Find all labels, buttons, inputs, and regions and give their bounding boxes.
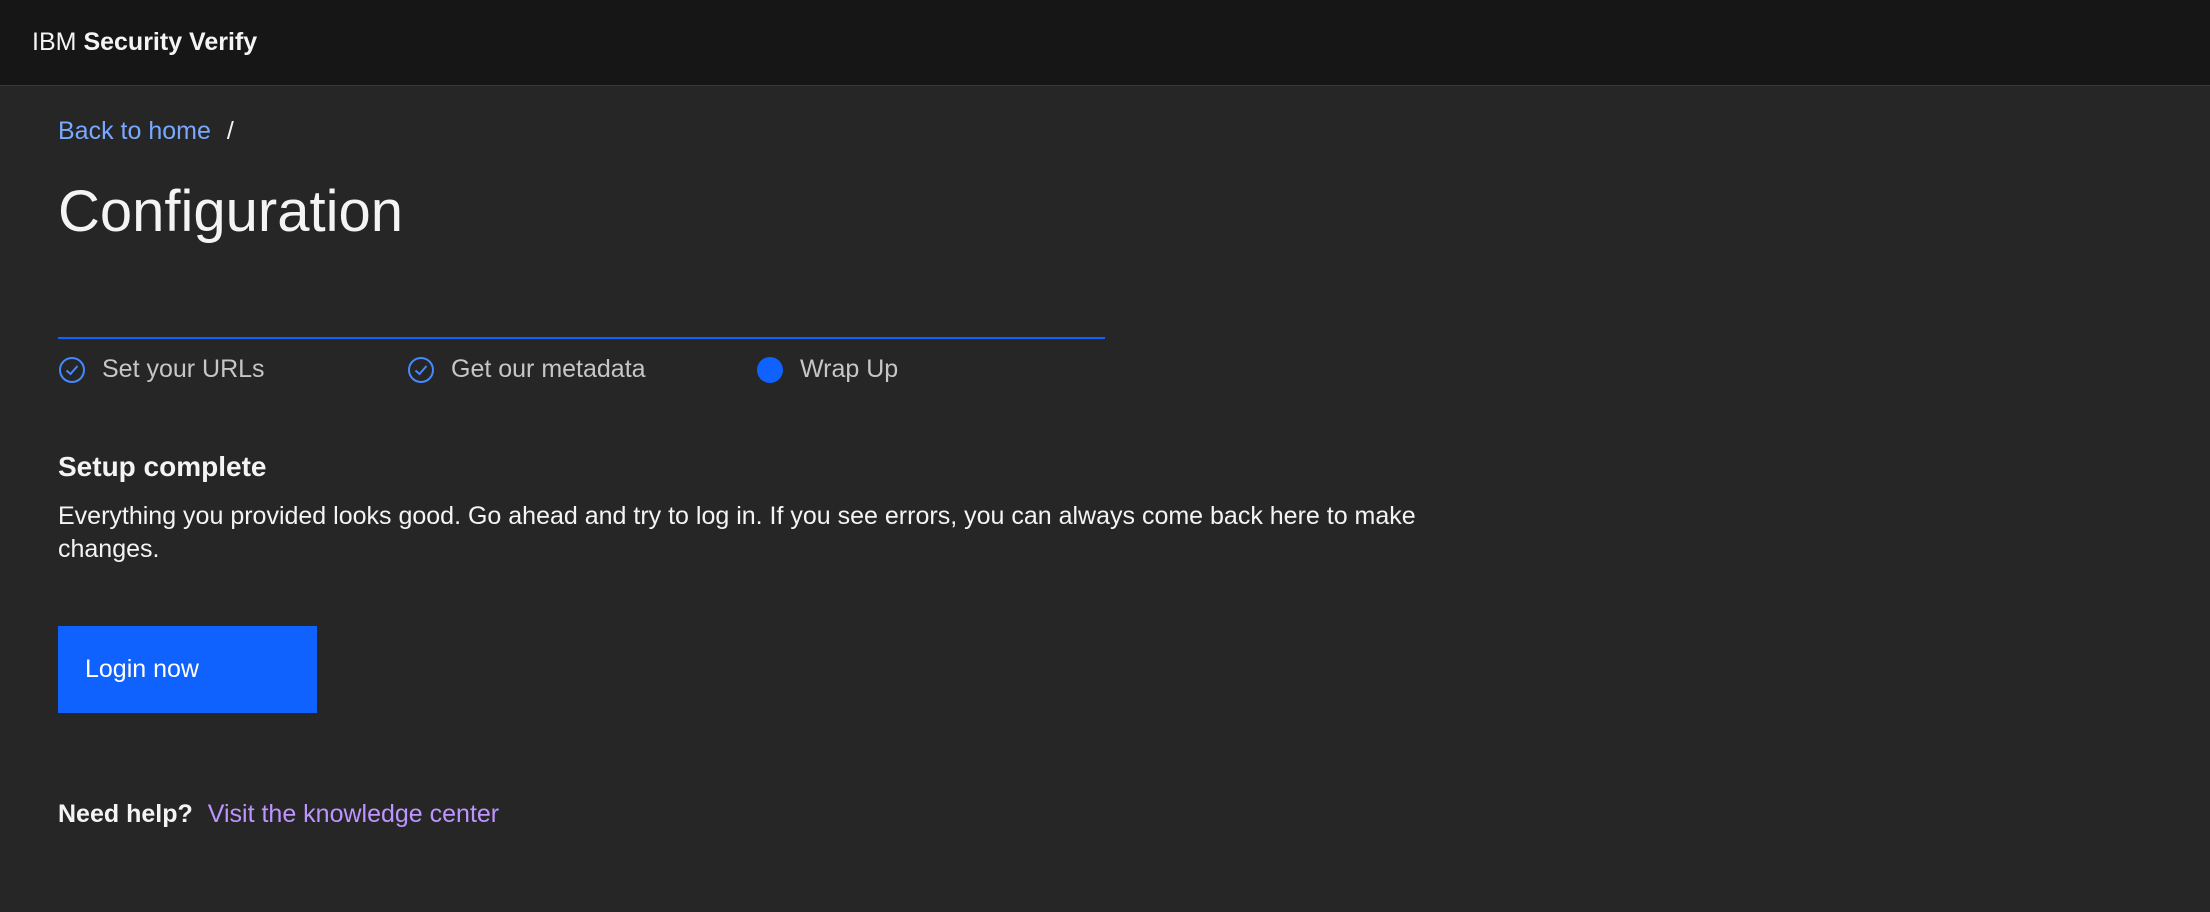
knowledge-center-link[interactable]: Visit the knowledge center xyxy=(208,800,499,829)
section-title: Setup complete xyxy=(58,451,267,482)
current-step-icon xyxy=(756,356,784,384)
breadcrumb-separator: / xyxy=(226,117,234,145)
breadcrumb: Back to home / xyxy=(58,117,234,146)
checkmark-outline-icon xyxy=(58,356,86,384)
login-now-button[interactable]: Login now xyxy=(58,626,317,713)
section-description: Everything you provided looks good. Go a… xyxy=(58,502,1416,563)
back-to-home-link[interactable]: Back to home xyxy=(58,117,211,146)
step-label: Wrap Up xyxy=(800,355,899,383)
progress-step-wrap-up[interactable]: Wrap Up xyxy=(756,355,898,384)
step-label: Set your URLs xyxy=(102,355,265,383)
brand-prefix: IBM xyxy=(32,28,77,56)
help-label: Need help? xyxy=(58,800,193,828)
brand-name[interactable]: Security Verify xyxy=(83,28,257,57)
page-title: Configuration xyxy=(58,179,403,244)
checkmark-outline-icon xyxy=(407,356,435,384)
progress-indicator: Set your URLs Get our metadata Wrap Up xyxy=(58,337,1105,397)
progress-step-get-metadata[interactable]: Get our metadata xyxy=(407,355,646,384)
top-header: IBM Security Verify xyxy=(0,0,2210,86)
help-section: Need help? Visit the knowledge center xyxy=(58,800,499,829)
progress-line xyxy=(58,337,1105,339)
step-label: Get our metadata xyxy=(451,355,646,383)
progress-step-set-urls[interactable]: Set your URLs xyxy=(58,355,265,384)
